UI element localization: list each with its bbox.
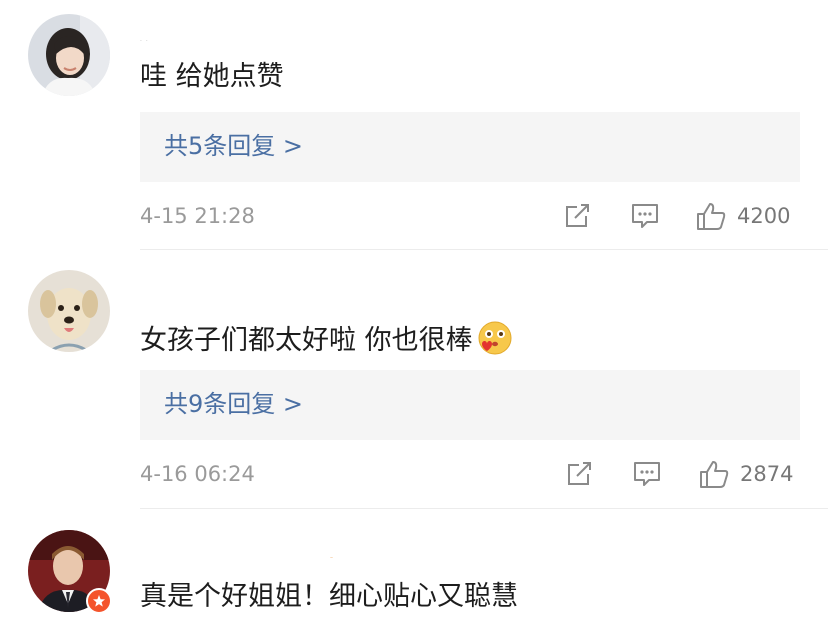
verified-badge — [86, 588, 112, 614]
like-count: 4200 — [737, 204, 791, 228]
comment-icon — [634, 462, 660, 486]
view-replies-link[interactable]: 共9条回复 > — [164, 387, 303, 421]
comment-text: 女孩子们都太好啦 你也很棒 — [140, 320, 513, 365]
dog-avatar — [28, 270, 110, 352]
reply-box[interactable]: 共9条回复 > — [140, 370, 800, 440]
comment-icon — [632, 204, 658, 228]
timestamp: 4-15 21:28 — [140, 204, 255, 228]
reply-button[interactable] — [630, 199, 660, 233]
blush-kiss-emoji-icon — [477, 320, 513, 365]
avatar[interactable] — [28, 14, 110, 96]
divider — [140, 508, 828, 509]
thumbs-up-icon — [697, 203, 726, 230]
star-icon — [93, 595, 105, 607]
like-button[interactable]: 2874 — [698, 457, 793, 491]
reply-box[interactable]: 共5条回复 > — [140, 112, 800, 182]
comment-text: 真是个好姐姐！细心贴心又聪慧 — [140, 581, 518, 612]
comment-meta: 4-15 21:28 4200 — [140, 199, 800, 233]
avatar[interactable] — [28, 270, 110, 352]
comment-item: – 真是个好姐姐！细心贴心又聪慧 — [0, 510, 828, 626]
comment-meta: 4-16 06:24 2874 — [140, 457, 800, 491]
share-icon — [566, 204, 589, 227]
woman-portrait-avatar — [28, 14, 110, 96]
username[interactable]: – — [330, 554, 334, 561]
like-count: 2874 — [740, 462, 794, 486]
timestamp: 4-16 06:24 — [140, 462, 255, 486]
comment-text: 哇 给她点赞 — [140, 61, 284, 92]
reply-button[interactable] — [632, 457, 662, 491]
view-replies-link[interactable]: 共5条回复 > — [164, 129, 303, 163]
comment-item: · · 哇 给她点赞 共5条回复 > 4-15 21:28 4200 — [0, 0, 828, 250]
share-button[interactable] — [565, 457, 593, 491]
comment-item: 女孩子们都太好啦 你也很棒 共9条回复 > 4-16 06:24 2874 — [0, 250, 828, 510]
like-button[interactable]: 4200 — [695, 199, 790, 233]
username[interactable]: · · — [140, 38, 149, 45]
comment-text-body: 女孩子们都太好啦 你也很棒 — [140, 325, 473, 356]
thumbs-up-icon — [700, 461, 729, 488]
share-button[interactable] — [563, 199, 591, 233]
share-icon — [568, 462, 591, 485]
